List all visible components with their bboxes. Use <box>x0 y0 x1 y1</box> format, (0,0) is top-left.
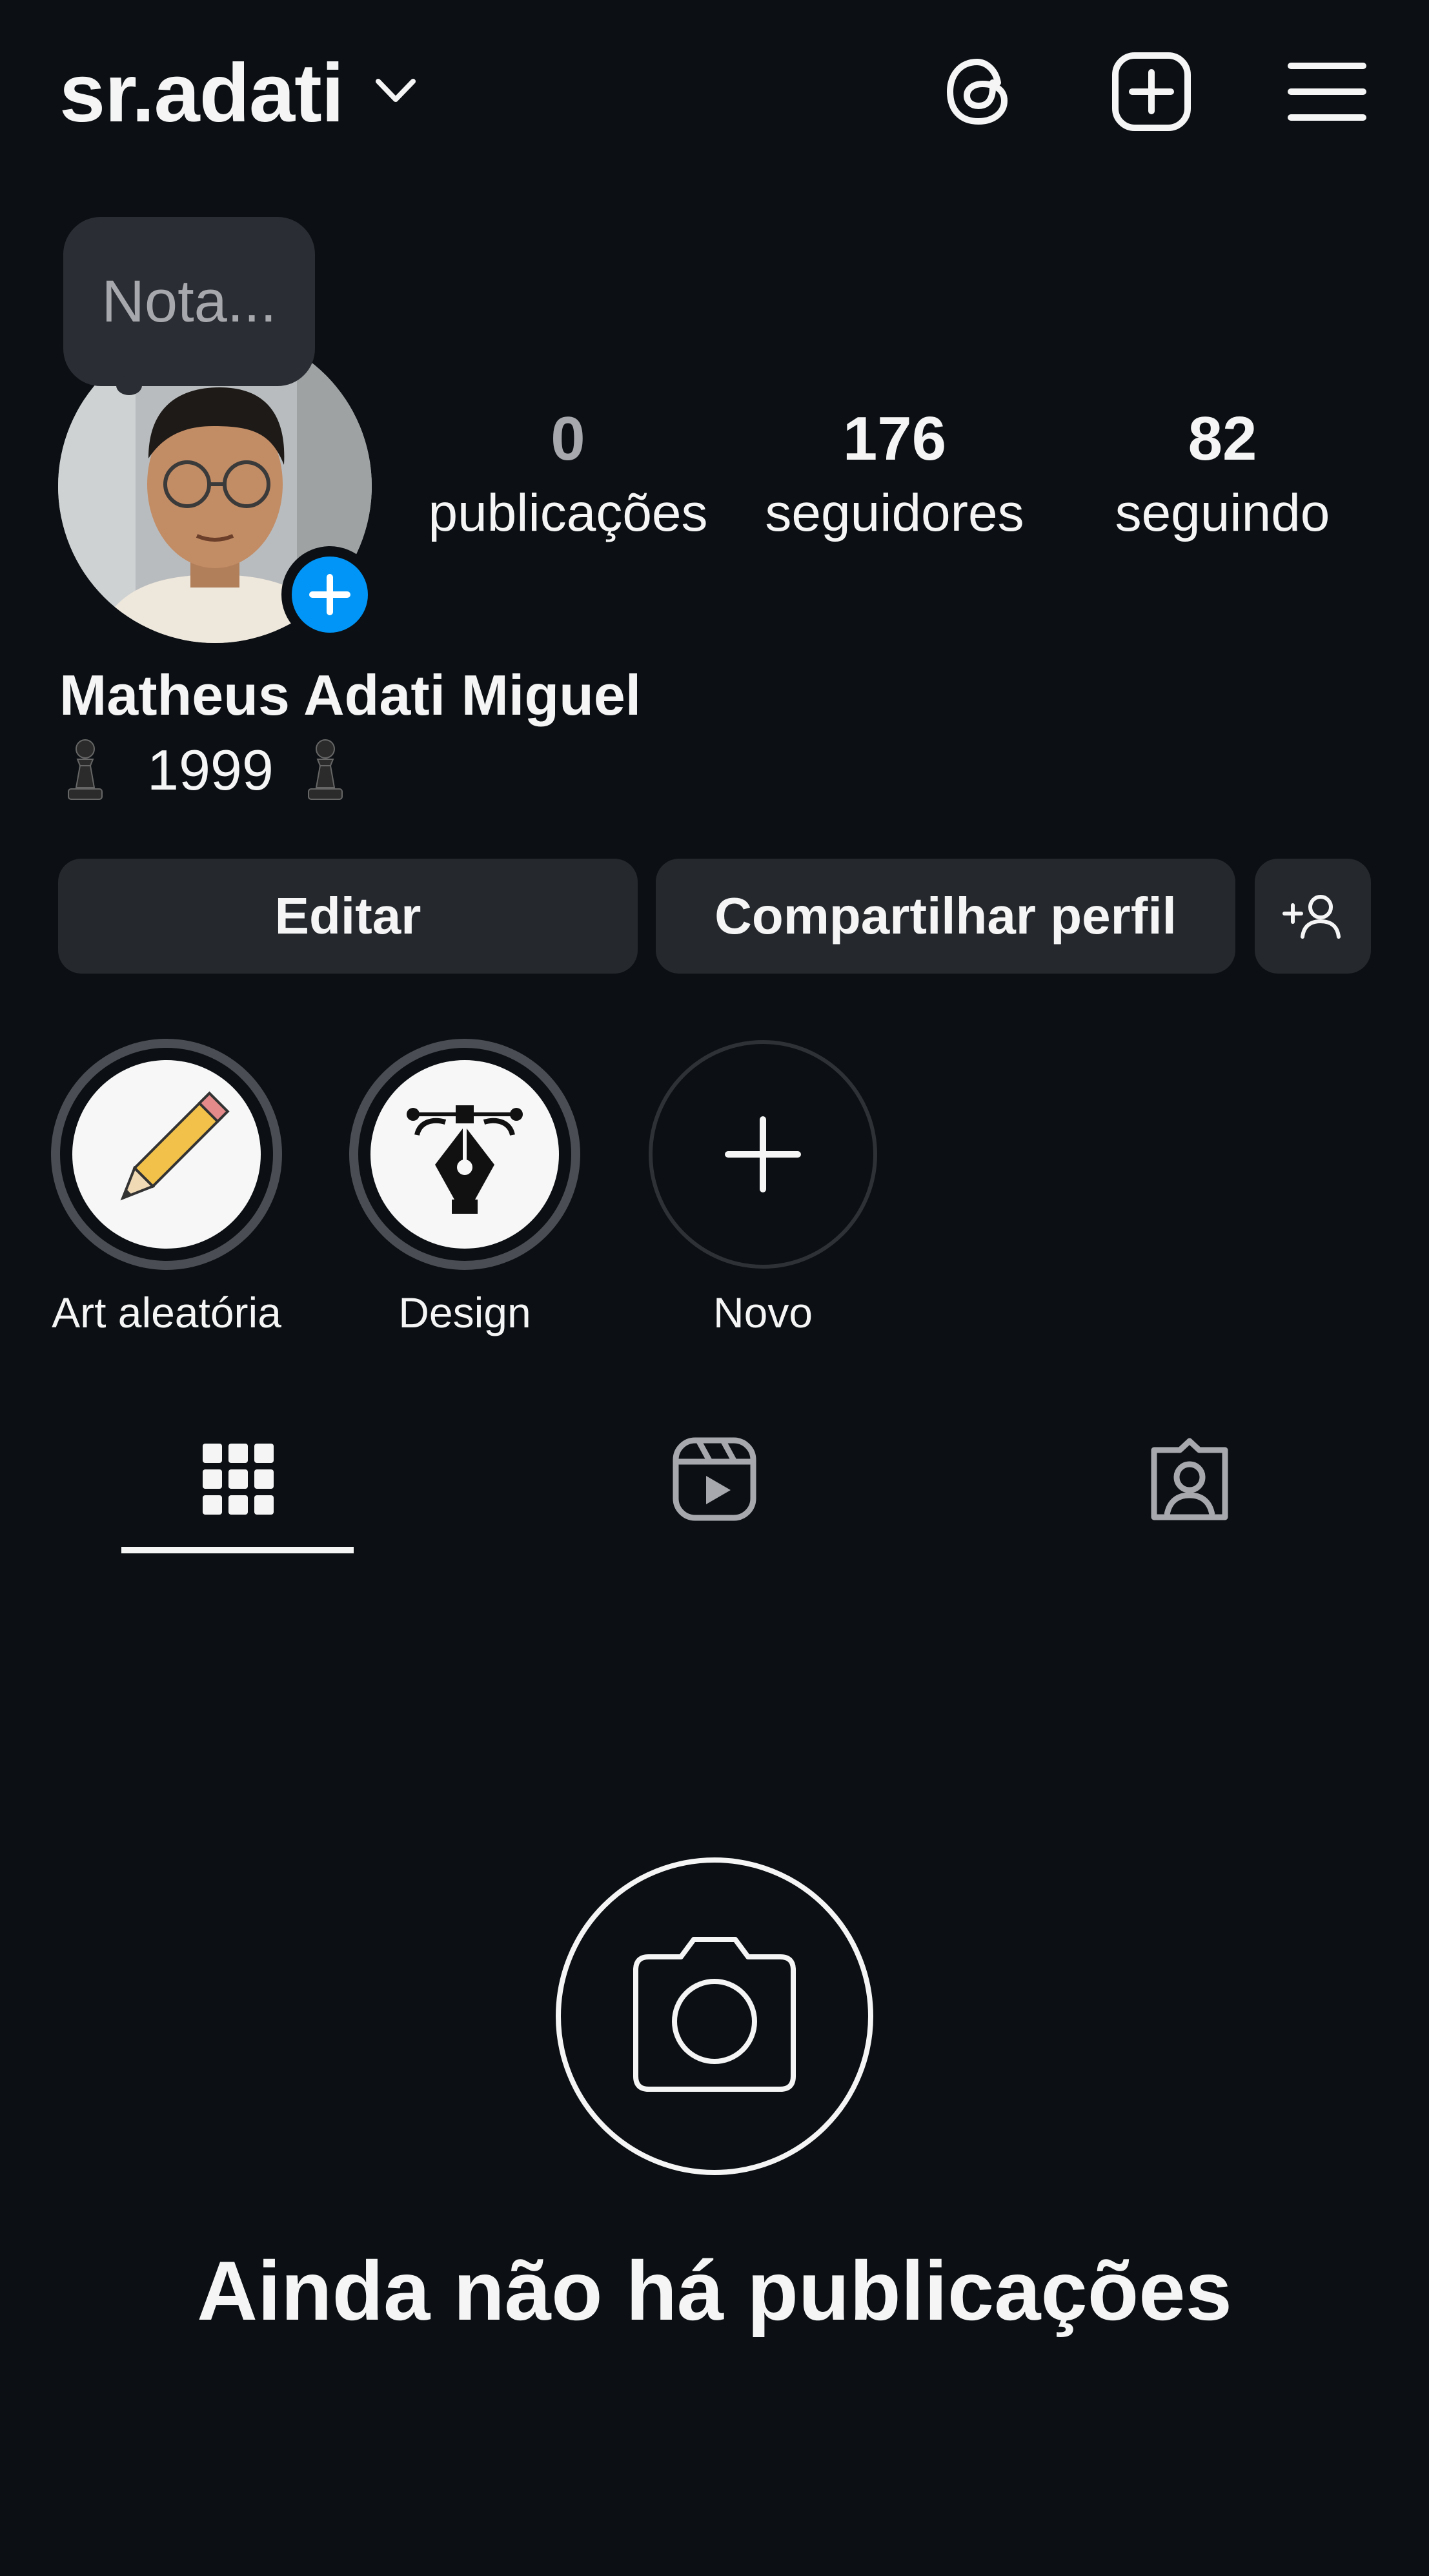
add-person-icon <box>1282 895 1341 939</box>
chess-pawn-icon <box>307 739 343 800</box>
highlight-design[interactable] <box>349 1038 581 1271</box>
chevron-down-icon[interactable] <box>374 76 417 106</box>
stat-following-label: seguindo <box>1115 484 1330 542</box>
grid-icon[interactable] <box>190 1431 287 1528</box>
create-post-icon[interactable] <box>1110 50 1193 133</box>
discover-people-button[interactable] <box>1255 859 1371 974</box>
threads-icon[interactable] <box>937 50 1020 133</box>
highlight-new[interactable] <box>647 1038 879 1271</box>
stat-posts-value: 0 <box>551 404 585 473</box>
share-profile-button[interactable]: Compartilhar perfil <box>656 859 1235 974</box>
plus-icon <box>725 1116 801 1192</box>
stat-posts-label: publicações <box>428 484 708 542</box>
stat-followers[interactable]: 176 seguidores <box>740 400 1049 549</box>
note-bubble-tail <box>116 376 142 395</box>
stat-posts[interactable]: 0 publicações <box>413 400 723 549</box>
username-switcher[interactable]: sr.adati <box>59 45 344 142</box>
add-story-button[interactable] <box>281 546 378 643</box>
stat-followers-value: 176 <box>842 404 947 473</box>
note-placeholder: Nota... <box>101 268 277 334</box>
stat-following-value: 82 <box>1188 404 1257 473</box>
full-name: Matheus Adati Miguel <box>59 663 642 727</box>
highlight-label: Novo <box>713 1289 813 1336</box>
highlight-label: Design <box>398 1289 531 1336</box>
edit-profile-button[interactable]: Editar <box>58 859 638 974</box>
highlight-label: Art aleatória <box>52 1289 281 1336</box>
stat-following[interactable]: 82 seguindo <box>1068 400 1377 549</box>
chess-pawn-icon <box>68 739 103 800</box>
note-bubble[interactable]: Nota... <box>63 217 315 386</box>
stat-followers-label: seguidores <box>765 484 1024 542</box>
tagged-icon[interactable] <box>1141 1431 1238 1528</box>
plus-icon <box>309 574 350 615</box>
empty-state-title: Ainda não há publicações <box>197 2244 1232 2338</box>
highlight-art-aleatoria[interactable] <box>50 1038 283 1271</box>
bio-text: 1999 <box>147 738 274 802</box>
bio: 1999 <box>59 735 351 806</box>
camera-icon <box>556 1857 873 2175</box>
reels-icon[interactable] <box>666 1431 763 1528</box>
active-tab-indicator <box>121 1547 354 1553</box>
menu-icon[interactable] <box>1286 50 1368 133</box>
